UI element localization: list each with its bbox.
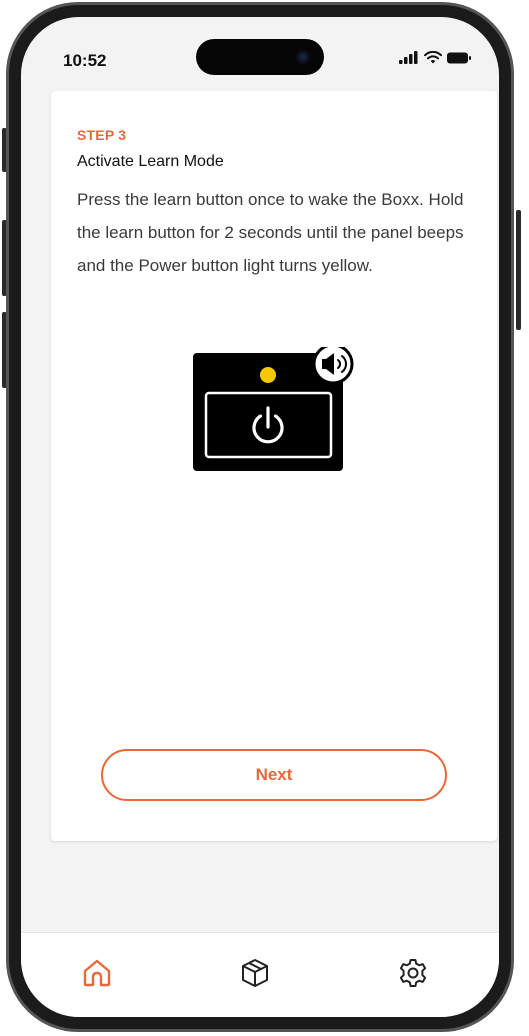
- tab-home[interactable]: [77, 953, 117, 993]
- step-title: Activate Learn Mode: [77, 153, 224, 170]
- dynamic-island: [196, 39, 324, 75]
- cellular-signal-icon: [399, 51, 418, 64]
- speaker-sound-icon: [312, 343, 354, 385]
- status-bar: 10:52: [21, 17, 499, 87]
- next-button[interactable]: Next: [101, 749, 447, 801]
- step-card: STEP 3 Activate Learn Mode Press the lea…: [51, 91, 497, 841]
- phone-frame: 10:52 STEP 3 Activate Learn Mode Press t…: [6, 2, 514, 1032]
- indicator-light-icon: [260, 367, 276, 383]
- status-icons: [399, 51, 471, 64]
- tab-settings[interactable]: [393, 953, 433, 993]
- gear-icon: [399, 959, 427, 987]
- control-panel-illustration: [193, 343, 358, 472]
- package-icon: [242, 959, 268, 987]
- power-side-button: [516, 210, 521, 330]
- front-camera: [296, 50, 310, 64]
- wifi-icon: [424, 51, 442, 64]
- step-number-label: STEP 3: [77, 127, 127, 143]
- bottom-tab-bar: [21, 932, 499, 1017]
- step-description: Press the learn button once to wake the …: [77, 190, 464, 275]
- home-icon: [83, 959, 111, 987]
- tab-packages[interactable]: [235, 953, 275, 993]
- battery-icon: [447, 52, 471, 63]
- phone-screen: 10:52 STEP 3 Activate Learn Mode Press t…: [21, 17, 499, 1017]
- status-time: 10:52: [63, 51, 107, 70]
